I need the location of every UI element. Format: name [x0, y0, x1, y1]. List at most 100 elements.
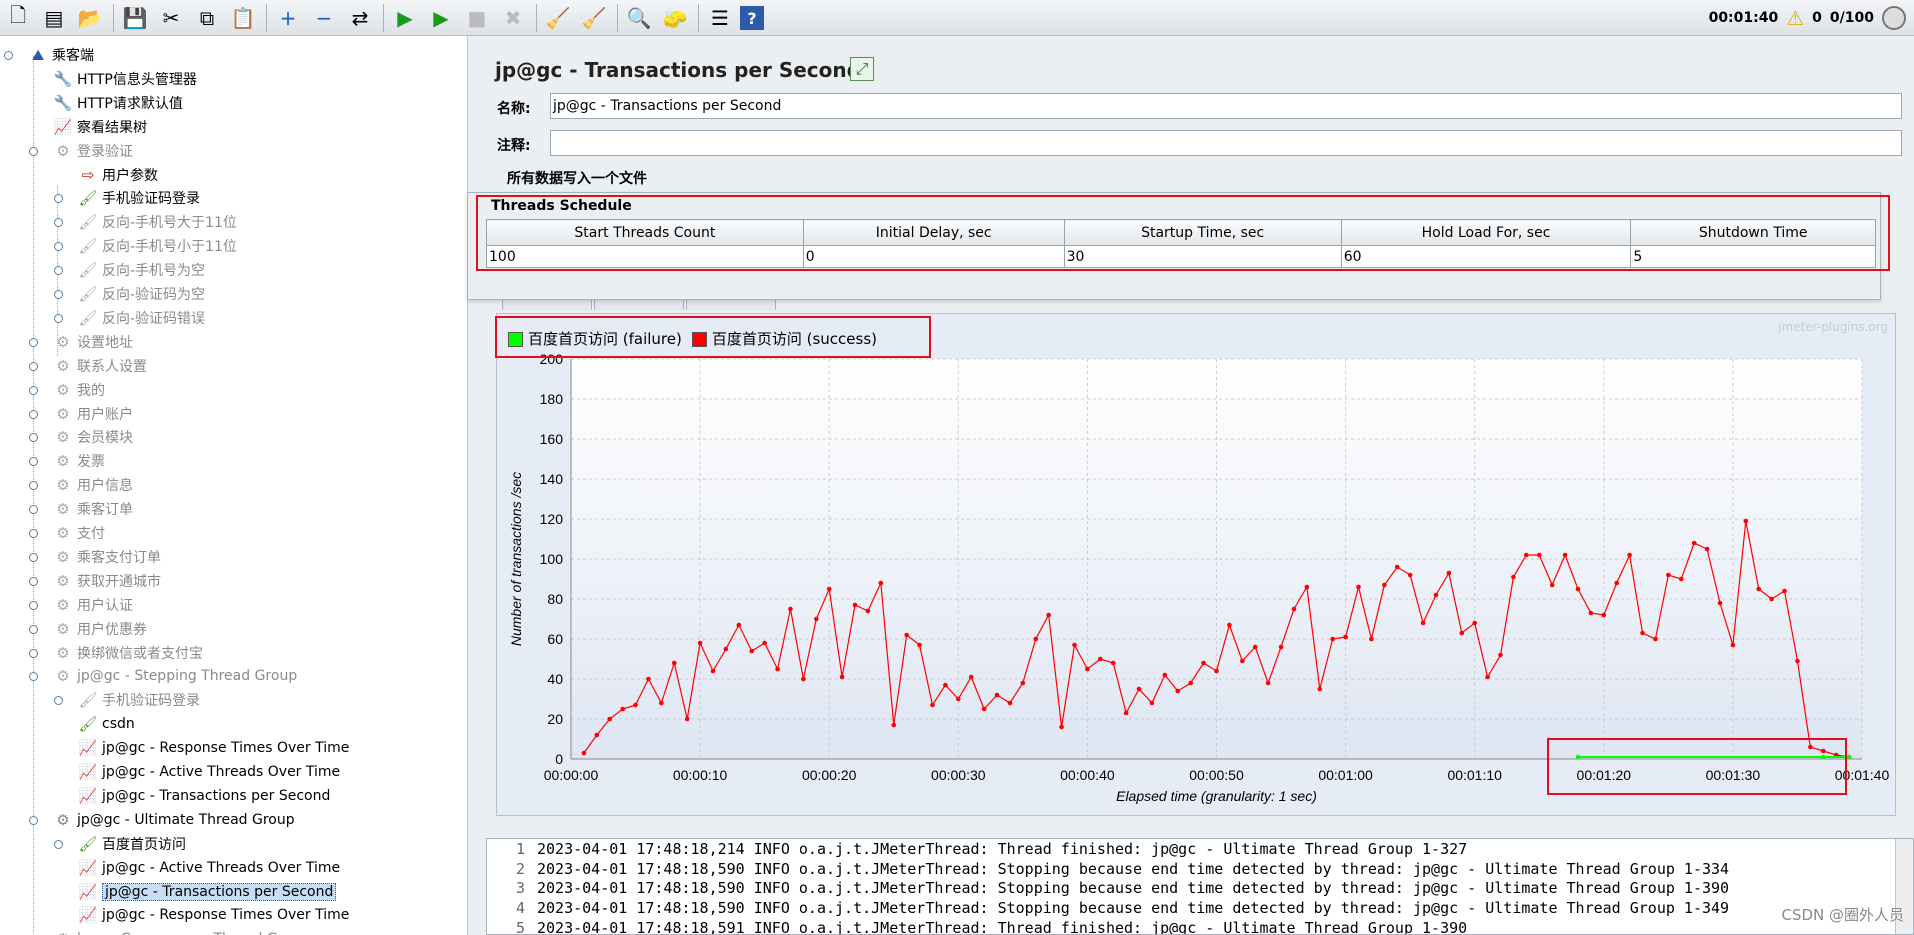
tree-item[interactable]: 🖌 反向-手机号大于11位: [76, 210, 236, 234]
tree-item[interactable]: ⚙ 乘客支付订单: [51, 545, 161, 569]
log-line: 5 2023-04-01 17:48:18,591 INFO o.a.j.t.JM…: [487, 919, 1467, 934]
data-point: [762, 640, 767, 646]
tree-item[interactable]: 📈 jp@gc - Response Times Over Time: [76, 903, 350, 927]
tree-item[interactable]: ⚙ 获取开通城市: [51, 569, 161, 593]
tree-toggle-icon[interactable]: [29, 481, 38, 491]
tree-item[interactable]: ⚙ jp@gc - Stepping Thread Group: [51, 664, 297, 688]
tree-toggle-icon[interactable]: [29, 361, 38, 371]
tree-toggle-icon[interactable]: [29, 815, 38, 825]
stop-icon[interactable]: ■: [461, 2, 493, 34]
tree-item[interactable]: ⚙ 登录验证: [51, 139, 133, 163]
copy-icon[interactable]: ⧉: [191, 2, 223, 34]
tree-item[interactable]: 🖌 csdn: [76, 712, 134, 736]
tree-item[interactable]: ⇨ 用户参数: [76, 163, 158, 187]
tree-item-label: 反向-手机号小于11位: [102, 239, 237, 256]
name-field[interactable]: jp@gc - Transactions per Second: [550, 93, 1902, 119]
gear-icon: ⚙: [56, 595, 70, 614]
tree-item[interactable]: 📈 jp@gc - Response Times Over Time: [76, 736, 350, 760]
tree-item[interactable]: 🖌 百度首页访问: [76, 832, 186, 856]
tree-toggle-icon[interactable]: [29, 672, 38, 682]
tree-toggle-icon[interactable]: [29, 552, 38, 562]
tree-item[interactable]: 🖌 手机验证码登录: [76, 688, 200, 712]
toggle-icon[interactable]: ⇄: [344, 2, 376, 34]
clear-all-icon[interactable]: 🧹: [578, 2, 610, 34]
tree-toggle-icon[interactable]: [29, 600, 38, 610]
tree-item[interactable]: ⚙ jp@gc - Ultimate Thread Group: [51, 808, 294, 832]
tree-item[interactable]: 🖌 反向-手机号小于11位: [76, 234, 237, 258]
tree-item[interactable]: 🔧 HTTP请求默认值: [51, 91, 183, 115]
tree-item[interactable]: 🖌 反向-验证码错误: [76, 306, 205, 330]
paste-icon[interactable]: 📋: [227, 2, 259, 34]
tree-toggle-icon[interactable]: [54, 194, 63, 204]
tree-toggle-icon[interactable]: [4, 51, 13, 60]
tree-item[interactable]: 🔧 HTTP信息头管理器: [51, 67, 197, 91]
tree-toggle-icon[interactable]: [29, 576, 38, 586]
data-point: [659, 700, 664, 706]
tree-toggle-icon[interactable]: [54, 839, 63, 849]
tree-item[interactable]: 📈 jp@gc - Transactions per Second: [76, 784, 331, 808]
tree-item[interactable]: ⚙bzm - Concurrency Thread Group: [51, 927, 309, 935]
tree-item[interactable]: 📈 jp@gc - Active Threads Over Time: [76, 760, 341, 784]
tree-item-label: 发票: [77, 454, 105, 471]
gear-icon: ⚙: [56, 524, 70, 542]
function-helper-icon[interactable]: ☰: [704, 2, 736, 34]
tree-toggle-icon[interactable]: [29, 433, 38, 443]
tree-item[interactable]: ⚙ 换绑微信或者支付宝: [51, 641, 203, 665]
tree-toggle-icon[interactable]: [29, 409, 38, 419]
shutdown-icon[interactable]: ✖: [497, 2, 529, 34]
tree-toggle-icon[interactable]: [29, 529, 38, 538]
tree-toggle-icon[interactable]: [29, 505, 38, 515]
clear-icon[interactable]: 🧹: [542, 2, 574, 34]
listener-icon: 📈: [78, 858, 98, 877]
start-no-pause-icon[interactable]: ▶: [425, 2, 457, 34]
save-icon[interactable]: 💾: [119, 2, 151, 34]
tree-toggle-icon[interactable]: [54, 242, 63, 252]
tree-item[interactable]: 📈 察看结果树: [51, 115, 147, 139]
tree-item[interactable]: ⚙ 我的: [51, 378, 105, 402]
data-point: [1459, 630, 1465, 636]
tree-toggle-icon[interactable]: [54, 696, 63, 706]
tree-item[interactable]: 🖌 反向-验证码为空: [76, 282, 205, 306]
tree-toggle-icon[interactable]: [29, 624, 38, 634]
tree-toggle-icon[interactable]: [29, 648, 38, 658]
tree-item[interactable]: ⚙ 用户信息: [51, 473, 133, 497]
data-point: [1149, 700, 1155, 706]
fullscreen-icon[interactable]: ⤢: [850, 57, 874, 81]
tree-toggle-icon[interactable]: [29, 385, 38, 395]
tree-item[interactable]: ⚙ 联系人设置: [51, 354, 147, 378]
tree-item[interactable]: ⚙ 设置地址: [51, 330, 133, 354]
tree-item[interactable]: 📈 jp@gc - Transactions per Second: [76, 880, 337, 904]
tree-item[interactable]: 🖌 反向-手机号为空: [76, 258, 205, 282]
expand-icon[interactable]: +: [272, 2, 304, 34]
tree-item[interactable]: 🖌 手机验证码登录: [76, 186, 200, 210]
data-point: [1007, 700, 1013, 706]
tree-item[interactable]: ⚙ 用户优惠券: [51, 617, 147, 641]
warning-icon[interactable]: ⚠: [1786, 6, 1804, 30]
tree-toggle-icon[interactable]: [54, 290, 63, 299]
open-icon[interactable]: 📂: [74, 2, 106, 34]
tree-toggle-icon[interactable]: [29, 146, 38, 156]
reset-search-icon[interactable]: 🧽: [659, 2, 691, 34]
tree-toggle-icon[interactable]: [54, 218, 63, 228]
help-icon[interactable]: ?: [740, 6, 764, 30]
new-icon[interactable]: 🗋: [2, 2, 34, 34]
tree-toggle-icon[interactable]: [54, 313, 63, 323]
search-icon[interactable]: 🔍: [623, 2, 655, 34]
cut-icon[interactable]: ✂: [155, 2, 187, 34]
start-icon[interactable]: ▶: [389, 2, 421, 34]
tree-item[interactable]: ⛰ 乘客端: [26, 43, 94, 67]
templates-icon[interactable]: ▤: [38, 2, 70, 34]
collapse-icon[interactable]: −: [308, 2, 340, 34]
comment-field[interactable]: [550, 130, 1902, 156]
tree-item[interactable]: 📈 jp@gc - Active Threads Over Time: [76, 856, 341, 880]
tree-item[interactable]: ⚙ 会员模块: [51, 425, 133, 449]
tree-item[interactable]: ⚙ 乘客订单: [51, 497, 133, 521]
tree-toggle-icon[interactable]: [29, 337, 38, 347]
tree-item[interactable]: ⚙ 支付: [51, 521, 105, 545]
tree-item[interactable]: ⚙ 发票: [51, 449, 105, 473]
tree-toggle-icon[interactable]: [29, 457, 38, 467]
tree-toggle-icon[interactable]: [54, 266, 63, 276]
tree-item-label: jp@gc - Response Times Over Time: [102, 740, 350, 757]
tree-item[interactable]: ⚙ 用户认证: [51, 593, 133, 617]
tree-item[interactable]: ⚙ 用户账户: [51, 402, 133, 426]
